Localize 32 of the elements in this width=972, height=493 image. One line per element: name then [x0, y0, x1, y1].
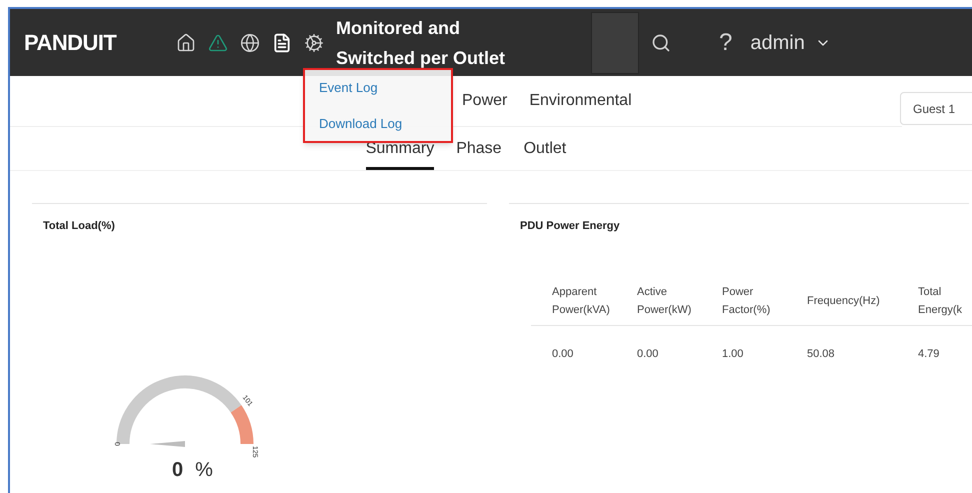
globe-icon[interactable] — [240, 32, 260, 52]
column-header: Active Power(kW) — [616, 276, 701, 325]
card-title: Total Load(%) — [43, 219, 116, 234]
document-icon[interactable] — [272, 32, 292, 52]
menu-item[interactable]: Event Log — [319, 78, 378, 97]
column-header: Frequency(Hz) — [786, 276, 897, 325]
table-cell: 1.00 — [701, 325, 786, 382]
settings-icon[interactable] — [304, 32, 324, 52]
gauge-warning-zone — [230, 404, 254, 444]
user-menu[interactable]: admin — [750, 28, 805, 58]
card-title: PDU Power Energy — [520, 219, 621, 234]
device-title: Monitored and Switched per Outlet — [336, 16, 506, 70]
table-cell: 4.79 — [897, 325, 972, 382]
search-icon[interactable] — [651, 32, 671, 52]
gauge-needle — [150, 440, 185, 446]
section-tab[interactable]: Power — [462, 89, 508, 113]
column-header: Apparent Power(kVA) — [531, 276, 616, 325]
column-header: Power Factor(%) — [701, 276, 786, 325]
section-tab[interactable]: Environmental — [529, 89, 632, 113]
gauge-unit: % — [195, 460, 213, 480]
table-cell: 0.00 — [616, 325, 701, 382]
home-icon[interactable] — [176, 32, 196, 52]
warning-icon[interactable] — [208, 32, 228, 52]
user-select-field[interactable]: Guest 1 — [900, 92, 972, 125]
column-header: Total Energy(k — [897, 276, 972, 325]
brand-logo: PANDUIT — [24, 29, 118, 57]
gauge-value: 0 — [172, 460, 184, 480]
help-button[interactable]: ? — [719, 24, 732, 60]
view-tab[interactable]: Phase — [456, 127, 502, 170]
view-tab[interactable]: Outlet — [524, 127, 566, 170]
table-cell: 0.00 — [531, 325, 616, 382]
table-cell: 50.08 — [786, 325, 897, 382]
